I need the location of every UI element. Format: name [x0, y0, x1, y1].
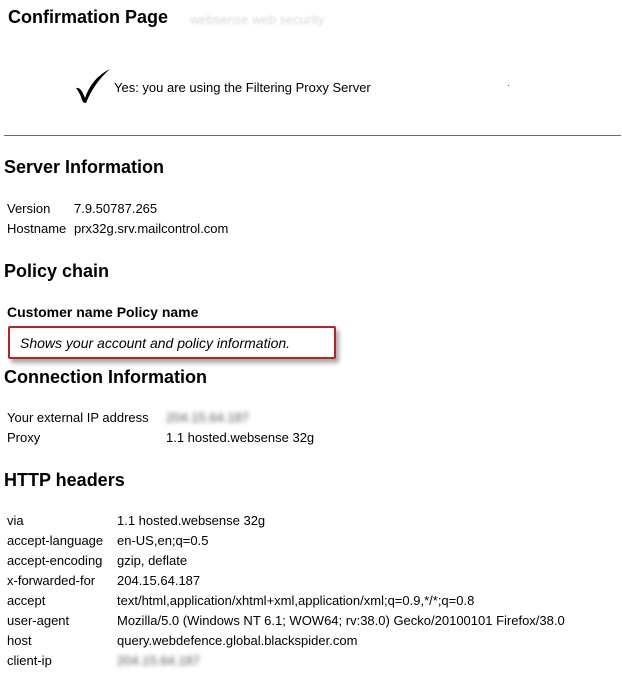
version-label: Version	[7, 201, 51, 216]
header-value: gzip, deflate	[117, 553, 188, 568]
header-value: 204.15.64.187	[117, 653, 201, 668]
proxy-status-text: Yes: you are using the Filtering Proxy S…	[114, 80, 371, 95]
header-key: x-forwarded-for	[7, 573, 96, 588]
header-value: text/html,application/xhtml+xml,applicat…	[117, 593, 475, 608]
header-value: query.webdefence.global.blackspider.com	[117, 633, 358, 648]
policy-chain-heading: Policy chain	[4, 261, 110, 281]
page-title: Confirmation Page	[8, 7, 169, 27]
header-key: accept-encoding	[7, 553, 103, 568]
header-key: user-agent	[7, 613, 70, 628]
header-key: via	[7, 513, 24, 528]
checkmark-icon	[76, 69, 110, 103]
proxy-label: Proxy	[7, 430, 41, 445]
divider	[4, 135, 621, 136]
hostname-label: Hostname	[7, 221, 67, 236]
header-value: 204.15.64.187	[117, 573, 201, 588]
version-value: 7.9.50787.265	[74, 201, 158, 216]
proxy-value: 1.1 hosted.websense 32g	[166, 430, 315, 445]
header-key: accept	[7, 593, 46, 608]
header-key: host	[7, 633, 32, 648]
header-key: client-ip	[7, 653, 52, 668]
policy-callout-text: Shows your account and policy informatio…	[20, 335, 291, 351]
hostname-value: prx32g.srv.mailcontrol.com	[74, 221, 229, 236]
connection-info-heading: Connection Information	[4, 367, 207, 387]
faint-heading: websense web security	[190, 12, 325, 27]
policy-callout: Shows your account and policy informatio…	[8, 326, 336, 359]
external-ip-value: 204.15.64.187	[166, 410, 250, 425]
header-key: accept-language	[7, 533, 104, 548]
policy-columns-header: Customer name Policy name	[7, 304, 199, 320]
header-value: Mozilla/5.0 (Windows NT 6.1; WOW64; rv:3…	[117, 613, 565, 628]
http-headers-heading: HTTP headers	[4, 470, 125, 490]
external-ip-label: Your external IP address	[7, 410, 149, 425]
header-value: en-US,en;q=0.5	[117, 533, 209, 548]
server-info-heading: Server Information	[4, 157, 165, 177]
status-dot: ·	[507, 80, 511, 91]
header-value: 1.1 hosted.websense 32g	[117, 513, 266, 528]
